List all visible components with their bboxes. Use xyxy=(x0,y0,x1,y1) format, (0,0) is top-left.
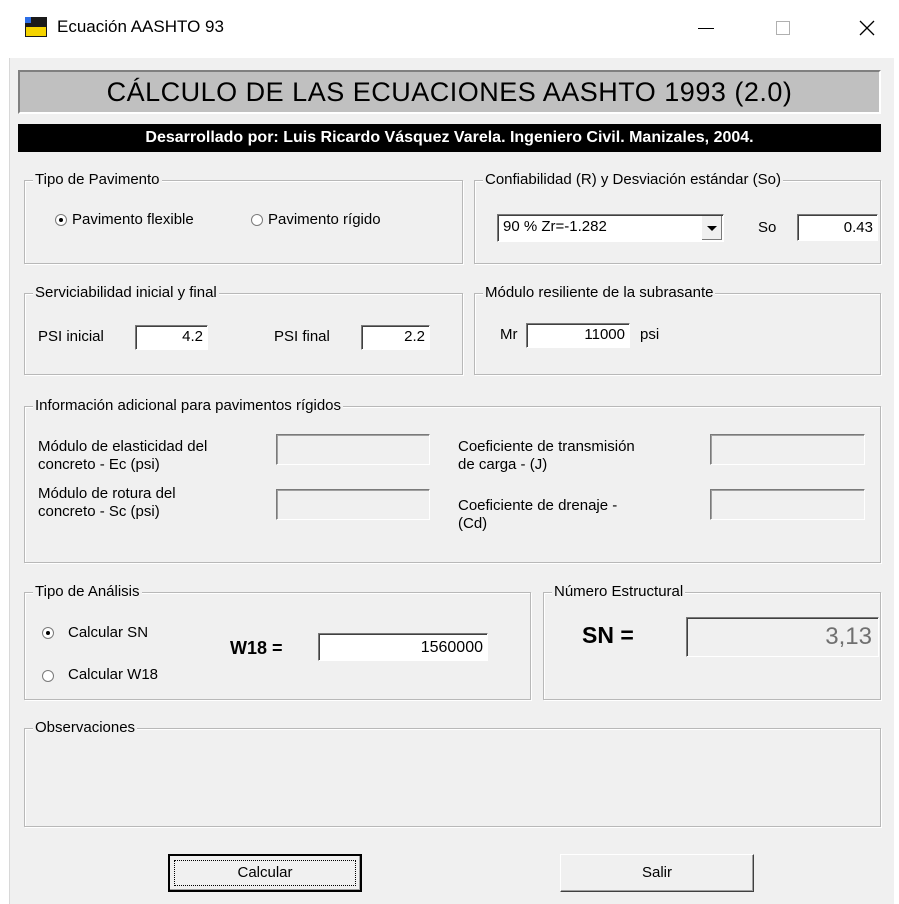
calc-w18-label[interactable]: Calcular W18 xyxy=(68,666,158,683)
cd-label-line1: Coeficiente de drenaje - xyxy=(458,497,618,514)
j-label-line2: de carga - (J) xyxy=(458,456,548,473)
app-banner: CÁLCULO DE LAS ECUACIONES AASHTO 1993 (2… xyxy=(18,70,881,114)
mr-label: Mr xyxy=(500,326,518,343)
maximize-icon xyxy=(776,21,790,35)
so-label: So xyxy=(758,219,777,236)
calculate-button[interactable]: Calcular xyxy=(168,854,362,892)
calc-sn-radio[interactable] xyxy=(42,627,54,639)
sc-input[interactable] xyxy=(276,489,430,520)
ec-label-line2: concreto - Ec (psi) xyxy=(38,456,160,473)
serviceability-title: Serviciabilidad inicial y final xyxy=(33,284,219,302)
resilient-modulus-title: Módulo resiliente de la subrasante xyxy=(483,284,716,302)
chevron-down-icon xyxy=(707,225,717,231)
cd-label-line2: (Cd) xyxy=(458,515,488,532)
reliability-dropdown-button[interactable] xyxy=(701,216,722,240)
window-title: Ecuación AASHTO 93 xyxy=(57,17,224,36)
flexible-pavement-label[interactable]: Pavimento flexible xyxy=(72,211,194,228)
pavement-type-title: Tipo de Pavimento xyxy=(33,171,162,189)
reliability-select-value: 90 % Zr=-1.282 xyxy=(503,218,607,235)
rigid-pavement-label[interactable]: Pavimento rígido xyxy=(268,211,381,228)
flexible-pavement-radio[interactable] xyxy=(55,214,67,226)
maximize-button[interactable] xyxy=(760,10,806,46)
sc-label-line2: concreto - Sc (psi) xyxy=(38,503,160,520)
reliability-select[interactable]: 90 % Zr=-1.282 xyxy=(497,214,724,242)
sc-label-line1: Módulo de rotura del xyxy=(38,485,176,502)
calc-w18-radio[interactable] xyxy=(42,670,54,682)
reliability-title: Confiabilidad (R) y Desviación estándar … xyxy=(483,171,783,189)
psi-final-input[interactable]: 2.2 xyxy=(361,325,430,350)
exit-button-label: Salir xyxy=(641,864,672,881)
w18-input[interactable]: 1560000 xyxy=(318,633,488,661)
mr-input[interactable]: 11000 xyxy=(526,323,630,348)
rigid-info-title: Información adicional para pavimentos rí… xyxy=(33,397,343,415)
minimize-icon xyxy=(698,27,714,29)
sn-output: 3,13 xyxy=(686,617,879,657)
exit-button[interactable]: Salir xyxy=(560,854,754,892)
structural-number-title: Número Estructural xyxy=(552,583,686,601)
calc-sn-label[interactable]: Calcular SN xyxy=(68,624,148,641)
sn-label: SN = xyxy=(582,622,634,648)
j-input[interactable] xyxy=(710,434,865,465)
rigid-pavement-radio[interactable] xyxy=(251,214,263,226)
observations-group: Observaciones xyxy=(24,719,881,827)
minimize-button[interactable] xyxy=(683,10,729,46)
w18-label: W18 = xyxy=(230,638,283,658)
close-button[interactable] xyxy=(844,10,890,46)
psi-final-label: PSI final xyxy=(274,328,330,345)
credit-bar: Desarrollado por: Luis Ricardo Vásquez V… xyxy=(18,124,881,152)
close-icon xyxy=(859,20,875,36)
ec-label-line1: Módulo de elasticidad del xyxy=(38,438,208,455)
psi-initial-input[interactable]: 4.2 xyxy=(135,325,208,350)
title-bar: Ecuación AASHTO 93 xyxy=(0,0,899,58)
j-label-line1: Coeficiente de transmisión xyxy=(458,438,635,455)
calculate-button-label: Calcular xyxy=(237,864,293,881)
psi-initial-label: PSI inicial xyxy=(38,328,104,345)
observations-title: Observaciones xyxy=(33,719,138,737)
so-input[interactable]: 0.43 xyxy=(797,214,878,241)
analysis-type-title: Tipo de Análisis xyxy=(33,583,142,601)
ec-input[interactable] xyxy=(276,434,430,465)
cd-input[interactable] xyxy=(710,489,865,520)
mr-unit: psi xyxy=(640,326,660,343)
app-icon xyxy=(25,17,47,37)
